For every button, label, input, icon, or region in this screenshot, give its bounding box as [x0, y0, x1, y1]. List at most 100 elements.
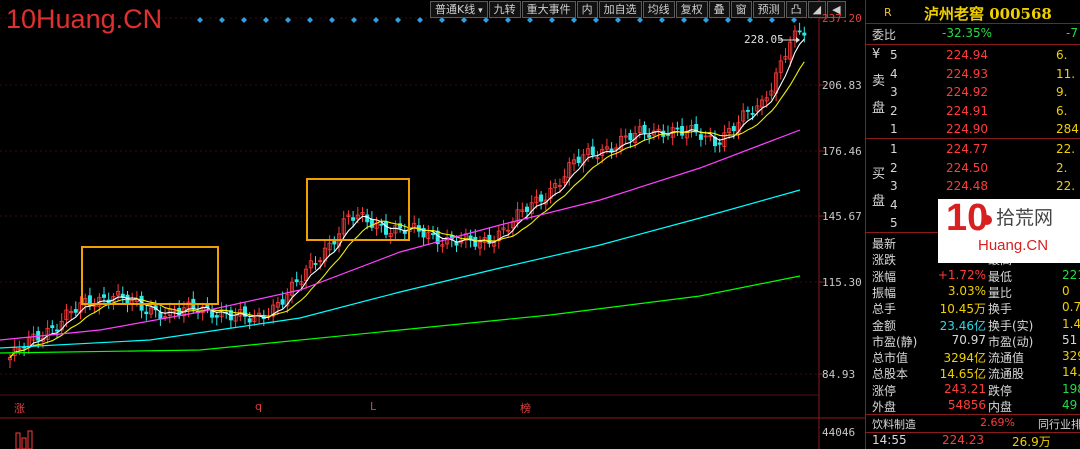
toolbar-button-5[interactable]: 均线	[642, 1, 675, 18]
price-axis-label: 176.46	[822, 145, 862, 158]
toolbar-button-9[interactable]: 预测	[752, 1, 785, 18]
toolbar-button-7[interactable]: 叠	[708, 1, 730, 18]
industry-rank: 同行业排	[1038, 418, 1080, 431]
stat-row: 涨幅+1.72%最低221	[866, 267, 1080, 285]
candle-body	[628, 132, 633, 141]
level-number: 4	[890, 66, 898, 81]
ma60-line	[0, 189, 801, 349]
buy-side-label: 买	[872, 167, 886, 182]
candle-body	[55, 329, 60, 332]
candle-body	[802, 32, 807, 36]
candle-body	[73, 309, 78, 313]
volume-bar	[15, 432, 21, 449]
toolbar-button-1[interactable]: 九转	[488, 1, 521, 18]
event-mark[interactable]: 涨	[14, 400, 25, 416]
logo-url: Huang.CN	[978, 237, 1049, 254]
candle-body	[430, 233, 435, 236]
buy-level-row[interactable]: 3 224.48 22.	[866, 178, 1080, 196]
stat-row: 振幅 3.03% 量比 0	[866, 283, 1080, 301]
level-number: 5	[890, 216, 898, 230]
level-number: 3	[890, 85, 898, 99]
level-volume: 6.	[1056, 103, 1068, 118]
sell-level-row[interactable]: 2 224.91 6.	[866, 103, 1080, 121]
level-volume: 6.	[1056, 48, 1068, 62]
level-price: 224.50	[946, 160, 988, 175]
tick-price: 224.23	[942, 433, 984, 447]
level-number: 1	[890, 122, 898, 136]
level-price: 224.48	[946, 179, 988, 193]
candle-body	[745, 109, 750, 112]
buy-level-row[interactable]: 2 224.50 2.	[866, 160, 1080, 178]
candle-body	[473, 236, 478, 247]
level-price: 224.93	[946, 66, 988, 81]
webi-value: -32.35%	[942, 26, 993, 40]
candle-body	[717, 142, 722, 145]
stat-row: 总股本14.65亿流通股14.6	[866, 364, 1080, 382]
level-price: 224.91	[946, 103, 988, 118]
level-volume: 9.	[1056, 85, 1068, 99]
annotation-arrow-head	[796, 37, 800, 43]
level-volume: 22.	[1056, 179, 1076, 193]
toolbar-button-2[interactable]: 重大事件	[521, 1, 576, 18]
level-number: 3	[890, 179, 898, 193]
kline-chart[interactable]	[0, 0, 865, 449]
industry-row[interactable]: 饮料制造 2.69% 同行业排	[866, 415, 1080, 433]
toolbar-button-0[interactable]: 普通K线	[430, 1, 488, 18]
stat-value-right: 1.4	[1062, 316, 1080, 331]
candle-body	[647, 134, 652, 138]
stat-value-right: 49	[1062, 398, 1078, 412]
price-axis-label: 84.93	[822, 368, 856, 381]
site-logo: 10 拾荒网 Huang.CN	[938, 197, 1080, 263]
stat-row: 总手 10.45万 换手 0.7	[866, 299, 1080, 317]
candle-body	[365, 214, 370, 223]
level-volume: 284.	[1056, 122, 1080, 136]
stat-label-right: 内盘	[988, 400, 1013, 414]
watermark: 10Huang.CN	[6, 4, 163, 34]
toolbar-button-8[interactable]: 窗	[730, 1, 752, 18]
tick-volume: 26.9万	[1012, 435, 1051, 449]
stat-value-right: 0	[1062, 283, 1070, 298]
candle-body	[539, 194, 544, 202]
event-diamond-icon	[197, 17, 203, 23]
event-diamond-icon	[307, 17, 313, 23]
stat-row: 外盘 54856 内盘 49	[866, 397, 1080, 415]
stat-row: 市盈(静) 70.97 市盈(动) 51	[866, 332, 1080, 350]
ma10-line	[9, 61, 805, 358]
event-diamond-icon	[263, 17, 269, 23]
webi-label: 委比	[872, 28, 897, 42]
level-number: 4	[890, 197, 898, 212]
candle-body	[50, 325, 55, 329]
stat-value: 70.97	[951, 332, 986, 347]
price-axis-label: 115.30	[822, 276, 862, 289]
stat-value-right: 198	[1062, 381, 1080, 396]
stat-row: 总市值3294亿流通值329	[866, 348, 1080, 366]
event-mark[interactable]: 榜	[520, 400, 531, 416]
toolbar-button-10[interactable]: 凸	[785, 1, 807, 18]
price-axis-label: 237.20	[822, 12, 862, 25]
event-mark[interactable]: L	[370, 400, 376, 413]
r-badge[interactable]: R	[884, 6, 892, 19]
event-mark[interactable]: q	[255, 400, 262, 413]
quote-panel: R 泸州老窖 000568 委比 -32.35% -7 5 224.94 6. 4 22…	[865, 0, 1080, 449]
stock-title: 泸州老窖 000568	[924, 5, 1052, 23]
toolbar-button-3[interactable]: 内	[576, 1, 598, 18]
sell-level-row[interactable]: 1 224.90 284.	[866, 121, 1080, 139]
candle-body	[731, 126, 736, 132]
sell-level-row[interactable]: 5 224.94 6.	[866, 47, 1080, 65]
level-price: 224.94	[946, 48, 988, 62]
price-axis-label: 206.83	[822, 79, 862, 92]
candle-body	[750, 113, 755, 115]
webi-tail: -7	[1066, 26, 1078, 40]
level-volume: 11.	[1056, 66, 1076, 81]
toolbar-button-6[interactable]: 复权	[675, 1, 708, 18]
candle-body	[144, 311, 149, 315]
kline-chart-panel[interactable]: 10Huang.CN 普通K线九转重大事件内加自选均线复权叠窗预测凸◢◀ 228…	[0, 0, 865, 449]
industry-name: 饮料制造	[872, 418, 916, 431]
sell-level-row[interactable]: 3 224.92 9.	[866, 84, 1080, 102]
sell-level-row[interactable]: 4 224.93 11.	[866, 66, 1080, 84]
stat-row: 金额 23.46亿 换手(实) 1.4	[866, 316, 1080, 334]
candle-body	[590, 146, 595, 156]
buy-level-row[interactable]: 1 224.77 22.	[866, 141, 1080, 159]
currency-icon: ¥	[872, 47, 881, 62]
toolbar-button-4[interactable]: 加自选	[598, 1, 642, 18]
